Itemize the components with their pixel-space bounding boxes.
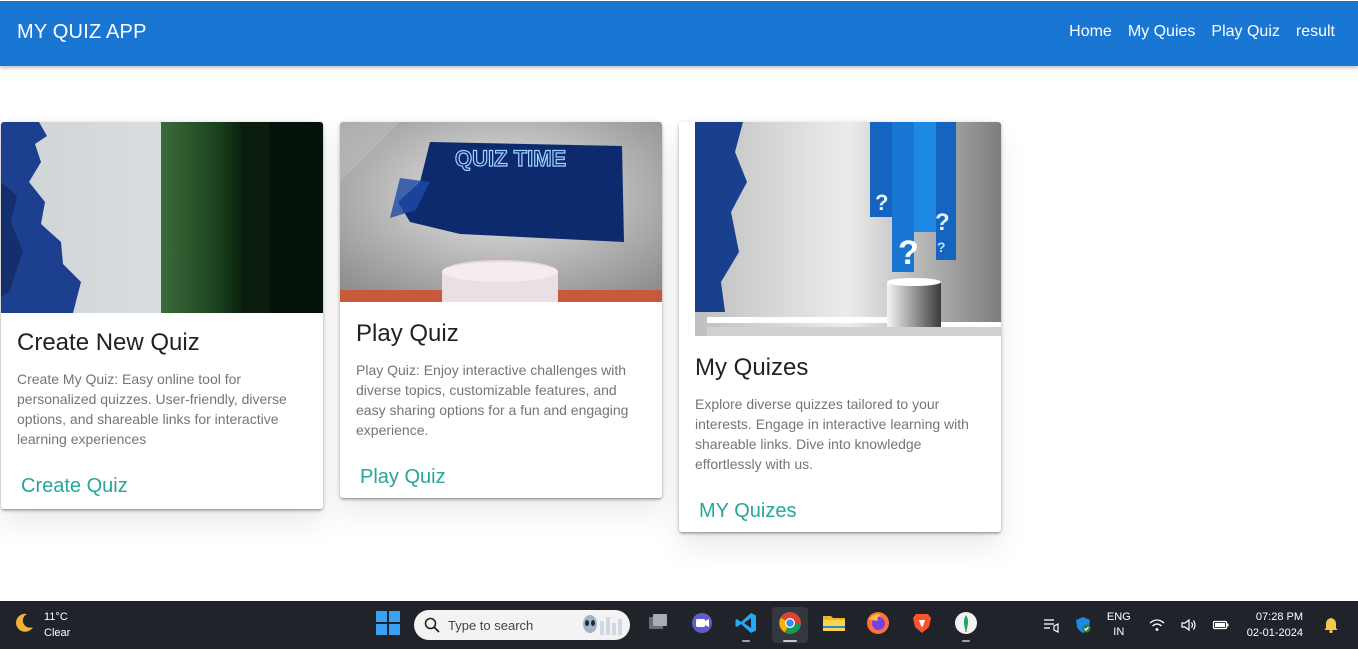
- chrome-button[interactable]: [772, 607, 808, 643]
- running-indicator: [783, 640, 797, 642]
- play-quiz-link[interactable]: Play Quiz: [360, 466, 446, 488]
- nav-links: Home My Quies Play Quiz result: [1069, 23, 1335, 41]
- media-list-icon[interactable]: [1040, 616, 1062, 634]
- top-navbar: MY QUIZ APP Home My Quies Play Quiz resu…: [0, 1, 1358, 66]
- card-body: Play Quiz Play Quiz: Enjoy interactive c…: [340, 302, 662, 440]
- create-quiz-link[interactable]: Create Quiz: [21, 475, 128, 497]
- card-action: MY Quizes: [679, 474, 1001, 532]
- windows-logo-icon: [376, 610, 400, 640]
- app-brand[interactable]: MY QUIZ APP: [17, 21, 147, 44]
- volume-icon[interactable]: [1178, 616, 1200, 634]
- chat-button[interactable]: [684, 607, 720, 643]
- card-action: Play Quiz: [340, 440, 662, 498]
- taskbar-search[interactable]: Type to search: [414, 610, 630, 640]
- start-button[interactable]: [374, 607, 402, 643]
- nav-result-link[interactable]: result: [1296, 23, 1335, 41]
- clock-time: 07:28 PM: [1255, 611, 1303, 623]
- temperature: 11°C: [44, 611, 68, 623]
- brave-icon: [910, 611, 934, 640]
- card-description: Play Quiz: Enjoy interactive challenges …: [356, 362, 629, 438]
- task-view-button[interactable]: [640, 607, 676, 643]
- my-quizzes-card: ? ? ? ? My Quizes Explore diverse quizze…: [679, 122, 1001, 532]
- weather-condition: Clear: [44, 627, 71, 639]
- firefox-button[interactable]: [860, 607, 896, 643]
- play-quiz-image: QUIZ TIME: [340, 122, 662, 302]
- create-quiz-image: [1, 122, 323, 313]
- card-body: My Quizes Explore diverse quizzes tailor…: [679, 336, 1001, 474]
- file-explorer-button[interactable]: [816, 607, 852, 643]
- create-quiz-card: Create New Quiz Create My Quiz: Easy onl…: [1, 122, 323, 509]
- running-indicator: [742, 640, 750, 642]
- vscode-button[interactable]: [728, 607, 764, 643]
- battery-icon[interactable]: [1210, 616, 1232, 634]
- region-code: IN: [1113, 626, 1125, 638]
- mongodb-compass-icon: [954, 611, 978, 640]
- nav-play-quiz-link[interactable]: Play Quiz: [1211, 23, 1279, 41]
- system-tray: ENG IN 07:28 PM 02-01-2024: [1035, 601, 1358, 649]
- svg-text:?: ?: [875, 190, 888, 215]
- mongodb-compass-button[interactable]: [948, 607, 984, 643]
- card-title: Create New Quiz: [17, 329, 200, 356]
- search-highlight-icon: [580, 613, 624, 640]
- card-description: Explore diverse quizzes tailored to your…: [695, 396, 969, 472]
- running-indicator: [962, 640, 970, 642]
- quiz-time-text: QUIZ TIME: [455, 146, 566, 171]
- windows-taskbar: 11°C Clear Type to search ENG IN 07:28 P…: [0, 601, 1358, 649]
- svg-text:?: ?: [898, 234, 919, 272]
- card-title: My Quizes: [695, 354, 809, 381]
- my-quizzes-link[interactable]: MY Quizes: [699, 500, 796, 522]
- my-quizzes-image: ? ? ? ?: [695, 122, 1001, 336]
- chat-icon: [690, 611, 714, 640]
- weather-widget[interactable]: 11°C Clear: [12, 609, 70, 641]
- search-icon: [424, 617, 440, 633]
- language-code: ENG: [1106, 611, 1131, 623]
- wifi-icon[interactable]: [1146, 616, 1168, 634]
- taskbar-center: Type to search: [374, 607, 984, 643]
- svg-text:?: ?: [937, 239, 946, 255]
- firefox-icon: [866, 611, 890, 640]
- nav-home-link[interactable]: Home: [1069, 23, 1112, 41]
- moon-icon: [12, 611, 36, 640]
- brave-button[interactable]: [904, 607, 940, 643]
- nav-my-quizzes-link[interactable]: My Quies: [1128, 23, 1196, 41]
- task-view-icon: [646, 611, 670, 640]
- chrome-icon: [778, 611, 802, 640]
- file-explorer-icon: [822, 611, 846, 640]
- vscode-icon: [734, 611, 758, 640]
- language-indicator[interactable]: ENG IN: [1107, 610, 1131, 640]
- play-quiz-card: QUIZ TIME Play Quiz Play Quiz: Enjoy int…: [340, 122, 662, 498]
- card-title: Play Quiz: [356, 320, 459, 347]
- card-description: Create My Quiz: Easy online tool for per…: [17, 371, 287, 447]
- search-placeholder: Type to search: [448, 617, 534, 633]
- card-action: Create Quiz: [1, 449, 323, 509]
- taskbar-clock[interactable]: 07:28 PM 02-01-2024: [1247, 609, 1303, 641]
- svg-text:?: ?: [935, 209, 950, 236]
- card-body: Create New Quiz Create My Quiz: Easy onl…: [1, 313, 323, 449]
- security-shield-icon[interactable]: [1072, 616, 1094, 634]
- clock-date: 02-01-2024: [1246, 627, 1303, 639]
- notification-bell-icon[interactable]: [1320, 616, 1342, 634]
